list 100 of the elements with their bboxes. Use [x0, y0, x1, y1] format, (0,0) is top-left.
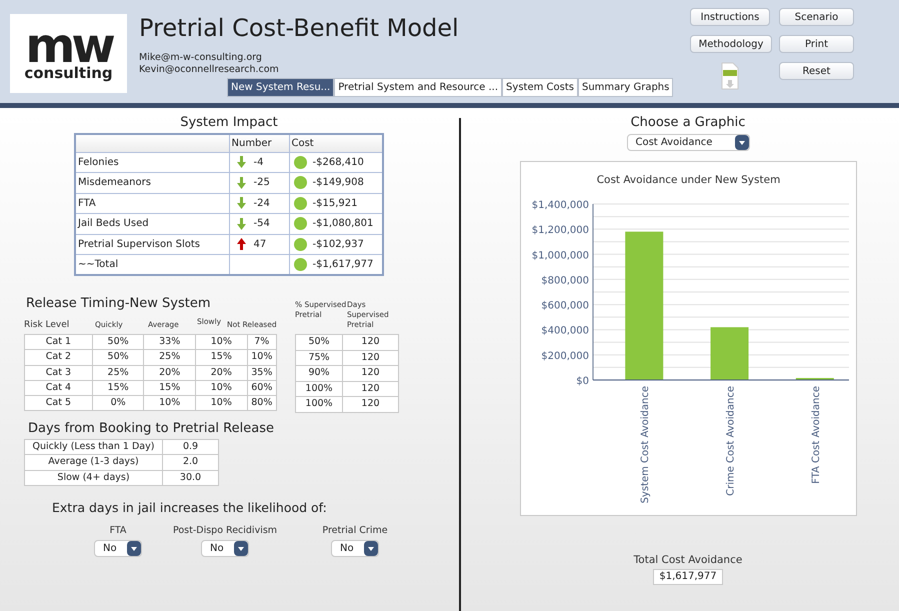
table-cell: 33% [144, 334, 196, 350]
table-cell-text: -4 [254, 156, 264, 170]
table-cell: Cat 2 [24, 350, 92, 365]
table-cell-text: -$15,921 [312, 196, 358, 211]
table-cell-text: -25 [254, 176, 270, 190]
table-cell-text: -$102,937 [312, 238, 364, 252]
table-cell: 10% [247, 350, 276, 365]
table-cell: 20% [144, 365, 196, 380]
contact-email: Kevin@oconnellresearch.com [139, 64, 280, 76]
table-cell: Cat 3 [24, 365, 92, 380]
table-cell: 50% [92, 334, 144, 350]
toolbar-button[interactable]: Instructions [690, 8, 770, 26]
table-cell: Cat 1 [24, 334, 92, 350]
table-cell: 100% [296, 396, 342, 412]
table-cell-text: -$1,080,801 [312, 217, 374, 232]
dropdown[interactable]: No [94, 540, 142, 557]
caret-icon [364, 541, 378, 556]
table-cell: 50% [92, 350, 144, 365]
table-cell: 0% [92, 396, 144, 411]
column-header: Risk Level [24, 320, 70, 330]
axis-category-label: FTA Cost Avoidance [810, 386, 822, 484]
table-cell-text: -$268,410 [312, 156, 364, 170]
caret-icon [734, 135, 748, 150]
axis-tick-label: $1,400,000 [531, 200, 588, 211]
table-cell: 10% [196, 380, 248, 396]
tab[interactable]: Pretrial System and Resource ... [334, 78, 502, 97]
tab[interactable]: New System Resu... [227, 78, 334, 97]
section-title: Release Timing-New System [26, 296, 212, 312]
dropdown[interactable]: Cost Avoidance [626, 134, 750, 151]
caret-icon [127, 541, 141, 556]
toolbar-button[interactable]: Reset [779, 62, 854, 80]
table-cell-text: -54 [254, 217, 270, 232]
down-arrow-icon [236, 156, 246, 168]
table-cell: 100% [296, 381, 342, 396]
down-arrow-icon [236, 176, 246, 189]
axis-category-label: System Cost Avoidance [640, 386, 651, 504]
table-cell: 25% [92, 365, 144, 380]
table-cell: 10% [144, 396, 196, 411]
bar [710, 327, 748, 380]
dropdown[interactable]: No [201, 540, 249, 557]
axis-tick-label: $800,000 [540, 275, 588, 286]
table-cell: Cat 4 [24, 380, 92, 396]
axis-tick-label: $1,000,000 [531, 250, 588, 262]
table-cell: Quickly (Less than 1 Day) [24, 439, 162, 454]
table-cell: 80% [247, 396, 276, 411]
table-cell: 15% [144, 380, 196, 396]
dropdown[interactable]: No [331, 540, 379, 557]
axis-tick-label: $0 [576, 376, 588, 387]
table-cell: 2.0 [162, 454, 218, 470]
table-cell: Average (1-3 days) [24, 454, 162, 470]
table-cell: 15% [92, 380, 144, 396]
toolbar-button[interactable]: Methodology [690, 35, 772, 53]
field-label: Post-Dispo Recidivism [172, 525, 278, 537]
app-title: Pretrial Cost-Benefit Model [139, 13, 460, 43]
toolbar-button[interactable]: Print [779, 35, 854, 53]
column-header: Number [229, 134, 289, 152]
section-title: Days from Booking to Pretrial Release [28, 420, 274, 436]
tab[interactable]: Summary Graphs [578, 78, 674, 97]
table-cell: 120 [342, 381, 398, 396]
table-cell: 0.9 [162, 439, 218, 454]
table-cell: 20% [196, 365, 248, 380]
axis-tick-label: $200,000 [540, 350, 588, 362]
table-cell: Cat 5 [24, 396, 92, 411]
total-value: $1,617,977 [653, 569, 723, 585]
chart-title: Cost Avoidance under New System [596, 174, 780, 186]
down-arrow-icon [236, 218, 246, 230]
table-cell-text: -$1,617,977 [312, 258, 374, 272]
table-cell: 35% [247, 365, 276, 380]
table-cell: Slow (4+ days) [24, 470, 162, 486]
table-cell-text: -24 [254, 196, 270, 211]
table-cell: 10% [196, 334, 248, 350]
axis-tick-label: $600,000 [540, 300, 588, 312]
section-title: Extra days in jail increases the likelihood of: [52, 500, 327, 516]
tab[interactable]: System Costs [502, 78, 578, 97]
spreadsheet-file-icon [721, 62, 739, 90]
contact-email: Mike@m-w-consulting.org [139, 52, 263, 64]
axis-tick-label: $400,000 [540, 326, 588, 337]
table-cell: Jail Beds Used [75, 214, 229, 234]
table-cell: 120 [342, 366, 398, 381]
caret-icon [234, 541, 248, 556]
table-cell: 120 [342, 334, 398, 350]
table-cell: 120 [342, 350, 398, 366]
section-title: System Impact [180, 115, 278, 131]
axis-category-label: Crime Cost Avoidance [725, 386, 736, 496]
table-cell: 10% [196, 396, 248, 411]
table-cell: Misdemeanors [75, 172, 229, 193]
down-arrow-icon [236, 197, 246, 210]
field-label: FTA [110, 525, 126, 537]
table-cell: 75% [296, 350, 342, 366]
table-cell: 120 [342, 396, 398, 412]
section-title: Choose a Graphic [630, 115, 746, 131]
up-arrow-icon [236, 238, 246, 250]
total-label: Total Cost Avoidance [634, 553, 742, 567]
table-cell: 50% [296, 334, 342, 350]
table-cell: 15% [196, 350, 248, 365]
table-cell: 25% [144, 350, 196, 365]
toolbar-button[interactable]: Scenario [779, 8, 854, 26]
field-label: Pretrial Crime [322, 525, 388, 537]
axis-tick-label: $1,200,000 [531, 225, 588, 236]
table-cell: 30.0 [162, 470, 218, 486]
